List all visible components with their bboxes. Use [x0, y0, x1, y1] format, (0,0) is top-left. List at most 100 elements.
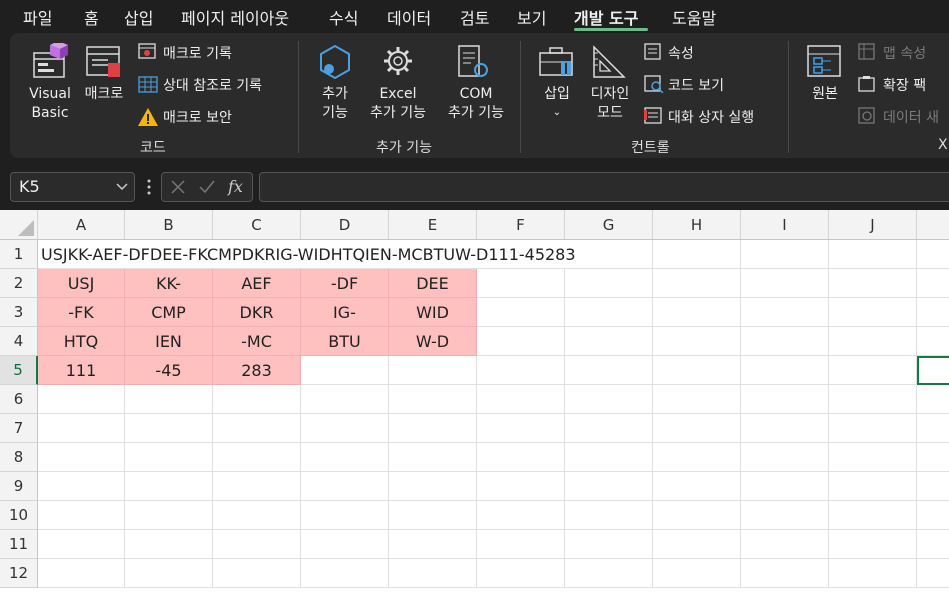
- cell-h3[interactable]: [653, 298, 741, 327]
- cell-a9[interactable]: [38, 472, 125, 501]
- cell-b6[interactable]: [125, 385, 213, 414]
- column-header-a[interactable]: A: [38, 210, 125, 240]
- cell-f2[interactable]: [477, 269, 565, 298]
- cell-b10[interactable]: [125, 501, 213, 530]
- cell-g5[interactable]: [565, 356, 653, 385]
- select-all-button[interactable]: [0, 210, 38, 240]
- tab-data[interactable]: 데이터: [387, 5, 431, 29]
- cell-f4[interactable]: [477, 327, 565, 356]
- cell-j8[interactable]: [829, 443, 917, 472]
- cell-j9[interactable]: [829, 472, 917, 501]
- row-header-11[interactable]: 11: [0, 530, 38, 559]
- tab-help[interactable]: 도움말: [672, 5, 716, 29]
- tab-insert[interactable]: 삽입: [124, 5, 153, 29]
- cell-d7[interactable]: [301, 414, 389, 443]
- cell-j7[interactable]: [829, 414, 917, 443]
- tab-developer[interactable]: 개발 도구: [574, 5, 638, 29]
- cell-k7[interactable]: [917, 414, 949, 443]
- cell-i1[interactable]: [741, 240, 829, 269]
- tab-formulas[interactable]: 수식: [329, 5, 358, 29]
- cell-b8[interactable]: [125, 443, 213, 472]
- column-header-b[interactable]: B: [125, 210, 213, 240]
- row-header-6[interactable]: 6: [0, 385, 38, 414]
- cell-c4[interactable]: -MC: [213, 327, 301, 356]
- cell-e8[interactable]: [389, 443, 477, 472]
- refresh-data-button[interactable]: 데이터 새: [883, 107, 939, 127]
- cell-g7[interactable]: [565, 414, 653, 443]
- cell-g1[interactable]: [565, 240, 653, 269]
- cell-k12[interactable]: [917, 559, 949, 588]
- cell-h11[interactable]: [653, 530, 741, 559]
- cell-d5[interactable]: [301, 356, 389, 385]
- column-header-g[interactable]: G: [565, 210, 653, 240]
- cell-d3[interactable]: IG-: [301, 298, 389, 327]
- row-header-8[interactable]: 8: [0, 443, 38, 472]
- cell-e2[interactable]: DEE: [389, 269, 477, 298]
- map-properties-button[interactable]: 맵 속성: [883, 43, 926, 63]
- cell-j10[interactable]: [829, 501, 917, 530]
- cell-e5[interactable]: [389, 356, 477, 385]
- cell-f7[interactable]: [477, 414, 565, 443]
- visual-basic-button[interactable]: Visual Basic: [28, 85, 72, 123]
- tab-file[interactable]: 파일: [23, 5, 52, 29]
- cell-a4[interactable]: HTQ: [38, 327, 125, 356]
- view-code-button[interactable]: 코드 보기: [668, 75, 724, 95]
- excel-addins-button[interactable]: Excel 추가 기능: [362, 85, 434, 123]
- cell-a7[interactable]: [38, 414, 125, 443]
- cell-c10[interactable]: [213, 501, 301, 530]
- cell-h1[interactable]: [653, 240, 741, 269]
- insert-control-button[interactable]: 삽입: [537, 85, 577, 104]
- com-addins-button[interactable]: COM 추가 기능: [440, 85, 512, 123]
- cell-e3[interactable]: WID: [389, 298, 477, 327]
- cell-b5[interactable]: -45: [125, 356, 213, 385]
- cell-a11[interactable]: [38, 530, 125, 559]
- cell-g4[interactable]: [565, 327, 653, 356]
- cell-c2[interactable]: AEF: [213, 269, 301, 298]
- cell-f12[interactable]: [477, 559, 565, 588]
- cell-e4[interactable]: W-D: [389, 327, 477, 356]
- cell-f11[interactable]: [477, 530, 565, 559]
- cell-d6[interactable]: [301, 385, 389, 414]
- cell-i6[interactable]: [741, 385, 829, 414]
- cell-a10[interactable]: [38, 501, 125, 530]
- cell-b9[interactable]: [125, 472, 213, 501]
- cell-k9[interactable]: [917, 472, 949, 501]
- cell-i4[interactable]: [741, 327, 829, 356]
- cell-d2[interactable]: -DF: [301, 269, 389, 298]
- cell-a6[interactable]: [38, 385, 125, 414]
- tab-review[interactable]: 검토: [460, 5, 489, 29]
- cell-c5[interactable]: 283: [213, 356, 301, 385]
- cell-h6[interactable]: [653, 385, 741, 414]
- row-header-5[interactable]: 5: [0, 356, 38, 385]
- row-header-1[interactable]: 1: [0, 240, 38, 269]
- cell-d4[interactable]: BTU: [301, 327, 389, 356]
- cell-d8[interactable]: [301, 443, 389, 472]
- cell-c12[interactable]: [213, 559, 301, 588]
- row-header-10[interactable]: 10: [0, 501, 38, 530]
- cell-k1[interactable]: [917, 240, 949, 269]
- cell-g6[interactable]: [565, 385, 653, 414]
- cell-k2[interactable]: [917, 269, 949, 298]
- cell-i8[interactable]: [741, 443, 829, 472]
- cell-i5[interactable]: [741, 356, 829, 385]
- cell-e12[interactable]: [389, 559, 477, 588]
- cell-c11[interactable]: [213, 530, 301, 559]
- cell-a2[interactable]: USJ: [38, 269, 125, 298]
- cell-b3[interactable]: CMP: [125, 298, 213, 327]
- cell-b12[interactable]: [125, 559, 213, 588]
- cell-g8[interactable]: [565, 443, 653, 472]
- xml-source-button[interactable]: 원본: [803, 85, 847, 104]
- macro-button[interactable]: 매크로: [80, 85, 128, 104]
- cell-j1[interactable]: [829, 240, 917, 269]
- cell-i10[interactable]: [741, 501, 829, 530]
- cell-c7[interactable]: [213, 414, 301, 443]
- cell-k4[interactable]: [917, 327, 949, 356]
- cell-e9[interactable]: [389, 472, 477, 501]
- cell-j3[interactable]: [829, 298, 917, 327]
- cell-d10[interactable]: [301, 501, 389, 530]
- column-header-e[interactable]: E: [389, 210, 477, 240]
- cell-a5[interactable]: 111: [38, 356, 125, 385]
- cell-k10[interactable]: [917, 501, 949, 530]
- enter-check-icon[interactable]: [198, 179, 216, 195]
- cell-e11[interactable]: [389, 530, 477, 559]
